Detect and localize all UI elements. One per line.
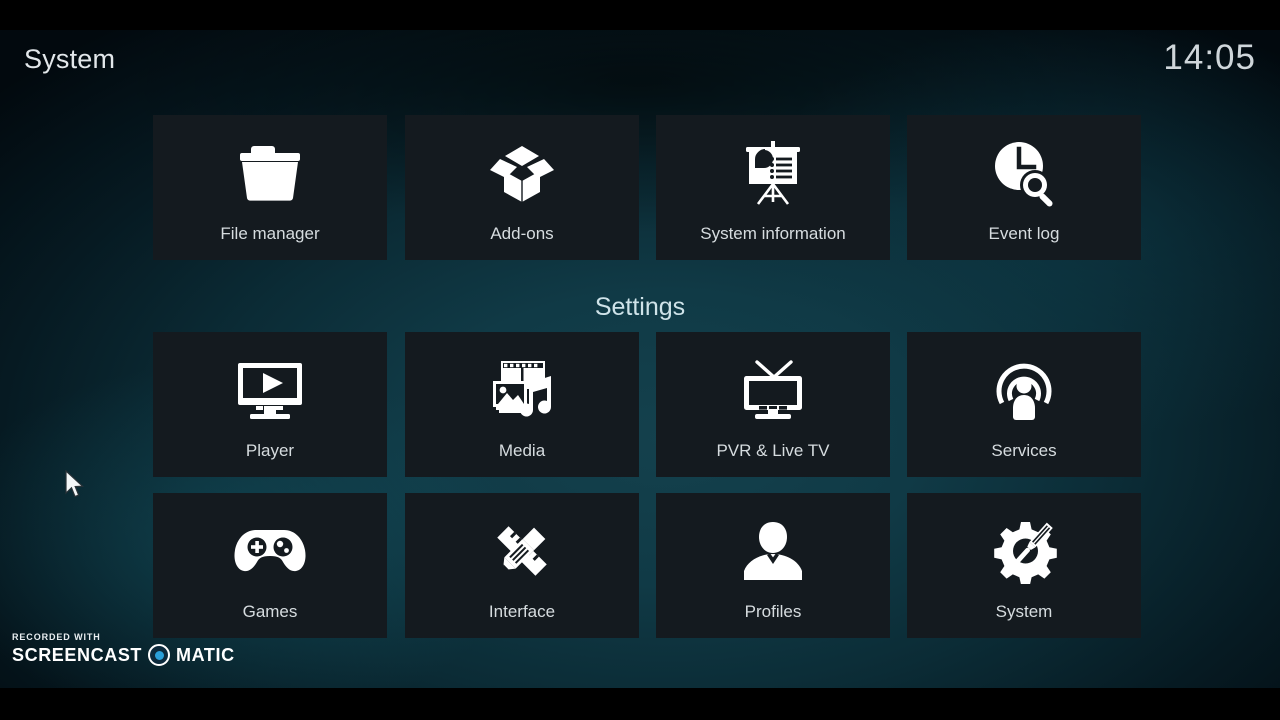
tile-label: Media (498, 441, 546, 460)
film-photo-music-icon (483, 354, 561, 426)
screencast-o-matic-watermark: RECORDED WITH SCREENCAST MATIC (12, 632, 235, 666)
kodi-system-screen: System 14:05 File manager Add-ons System… (0, 0, 1280, 720)
settings-section-header: Settings (594, 293, 686, 321)
monitor-play-icon (231, 354, 309, 426)
person-bust-icon (734, 515, 812, 587)
watermark-word-matic: MATIC (176, 644, 235, 665)
tile-label: System information (700, 224, 846, 243)
watermark-brand: SCREENCAST MATIC (12, 644, 235, 666)
clock: 14:05 (1163, 38, 1256, 77)
tile-system[interactable]: System (907, 493, 1141, 638)
tile-label: System (995, 602, 1053, 621)
tile-label: Player (245, 441, 295, 460)
tile-label: Add-ons (490, 224, 554, 243)
letterbox-top (0, 0, 1280, 30)
folder-icon (231, 137, 309, 209)
gear-screwdriver-icon (985, 515, 1063, 587)
tile-profiles[interactable]: Profiles (656, 493, 890, 638)
open-box-icon (483, 137, 561, 209)
content-stage: System 14:05 File manager Add-ons System… (0, 30, 1280, 688)
tile-system-information[interactable]: System information (656, 115, 890, 260)
watermark-tagline: RECORDED WITH (12, 632, 101, 642)
tile-label: File manager (220, 224, 320, 243)
tile-interface[interactable]: Interface (405, 493, 639, 638)
tile-label: Profiles (744, 602, 802, 621)
tile-services[interactable]: Services (907, 332, 1141, 477)
page-title: System (24, 44, 116, 74)
tile-media[interactable]: Media (405, 332, 639, 477)
tile-label: Services (991, 441, 1057, 460)
tile-label: Event log (988, 224, 1060, 243)
tile-label: Games (242, 602, 298, 621)
tile-games[interactable]: Games (153, 493, 387, 638)
presentation-chart-icon (734, 137, 812, 209)
broadcast-person-icon (985, 354, 1063, 426)
clock-search-icon (985, 137, 1063, 209)
tile-label: PVR & Live TV (716, 441, 830, 460)
tile-file-manager[interactable]: File manager (153, 115, 387, 260)
gamepad-icon (231, 515, 309, 587)
mouse-cursor (64, 469, 86, 505)
watermark-word-screencast: SCREENCAST (12, 644, 143, 665)
tile-pvr-live-tv[interactable]: PVR & Live TV (656, 332, 890, 477)
tile-add-ons[interactable]: Add-ons (405, 115, 639, 260)
tv-antenna-icon (734, 354, 812, 426)
tile-player[interactable]: Player (153, 332, 387, 477)
pencil-ruler-icon (483, 515, 561, 587)
tile-label: Interface (488, 602, 556, 621)
tile-event-log[interactable]: Event log (907, 115, 1141, 260)
watermark-dot-icon (148, 644, 171, 666)
letterbox-bottom (0, 688, 1280, 720)
top-bar: System 14:05 (0, 30, 1280, 98)
